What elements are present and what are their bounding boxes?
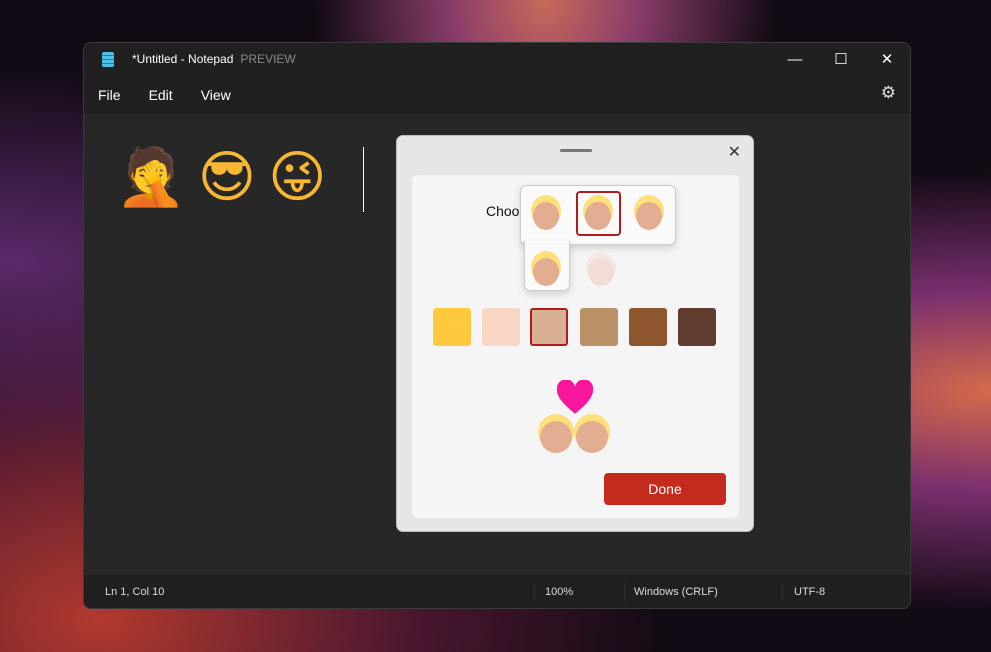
encoding[interactable]: UTF-8 [794,586,825,598]
skin-tone-light[interactable] [482,308,520,346]
menu-file[interactable]: File [98,87,121,103]
variant-face-4[interactable] [533,258,559,286]
preview-badge: PREVIEW [240,52,295,66]
menu-edit[interactable]: Edit [149,87,173,103]
variant-face-1[interactable] [533,202,559,230]
skin-tone-medium[interactable] [580,308,618,346]
drag-handle[interactable] [560,149,592,152]
window-title: *Untitled - Notepad [132,52,233,66]
close-button[interactable]: ✕ [864,43,910,75]
kiss-preview-face-left [540,421,572,453]
kiss-preview-face-right [576,421,608,453]
menu-bar: File Edit View [84,75,910,114]
divider [624,583,625,601]
cursor-position: Ln 1, Col 10 [105,586,164,598]
skin-tone-medium-dark[interactable] [629,308,667,346]
zoom-level[interactable]: 100% [545,586,573,598]
skin-tone-dialog: ✕ Choo Done [396,135,754,532]
divider [534,583,535,601]
skin-tone-default[interactable] [433,308,471,346]
skin-tone-dark[interactable] [678,308,716,346]
text-caret [363,147,364,212]
done-button[interactable]: Done [604,473,726,505]
variant-face-2[interactable] [585,202,611,230]
minimize-button[interactable]: — [772,43,818,75]
title-bar: *Untitled - Notepad PREVIEW — ☐ ✕ [84,43,910,75]
prompt-text: Choo [486,203,519,219]
notepad-icon [102,52,114,67]
skin-tone-medium-light[interactable] [530,308,568,346]
editor-content: 🤦😎😜 [116,144,338,210]
dialog-close-button[interactable]: ✕ [728,142,741,162]
menu-view[interactable]: View [201,87,231,103]
settings-gear-icon[interactable]: ⚙ [881,83,896,103]
variant-face-3[interactable] [636,202,662,230]
dialog-card: Choo Done [412,175,739,518]
variant-face-5[interactable] [588,258,614,286]
status-bar: Ln 1, Col 10 100% Windows (CRLF) UTF-8 [84,575,910,608]
line-ending[interactable]: Windows (CRLF) [634,586,718,598]
divider [782,583,783,601]
heart-icon [557,380,593,416]
maximize-button[interactable]: ☐ [818,43,864,75]
